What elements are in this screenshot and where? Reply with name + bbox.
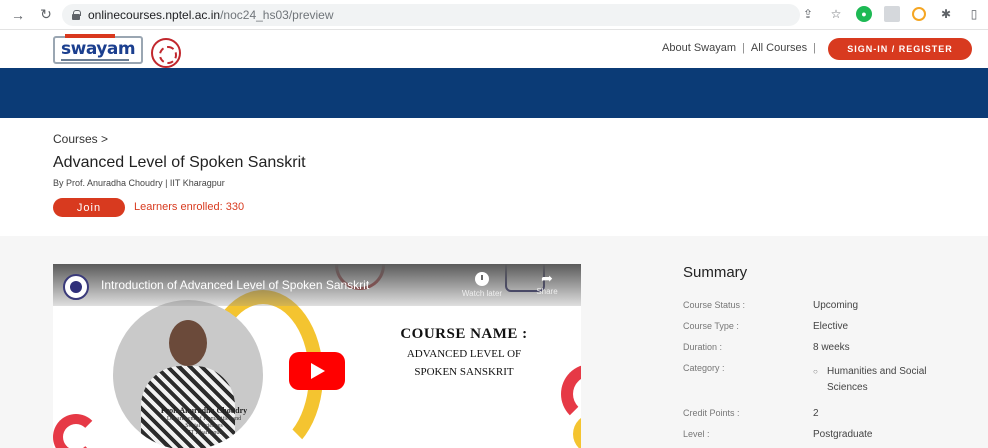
summary-title: Summary — [683, 264, 748, 281]
logo-accent — [65, 34, 115, 38]
course-type-value: Elective — [813, 321, 849, 332]
instructor-name: Prof. Anuradha Choudry — [160, 406, 248, 415]
level-label: Level : — [683, 429, 710, 439]
video-topbar: Introduction of Advanced Level of Spoken… — [53, 264, 581, 306]
category-label: Category : — [683, 363, 725, 373]
logo-text: swayam — [61, 39, 136, 59]
logo-tagline — [61, 59, 129, 61]
level-value: Postgraduate — [813, 429, 873, 440]
course-status-value: Upcoming — [813, 300, 859, 311]
extensions-puzzle-icon[interactable]: ✱ — [938, 6, 954, 22]
swayam-logo[interactable]: swayam — [53, 34, 143, 64]
credit-points-value: 2 — [813, 408, 819, 419]
extension-green-icon[interactable]: ● — [856, 6, 872, 22]
forward-icon[interactable]: → — [8, 5, 28, 25]
video-player[interactable]: Prof. Anuradha Choudry Department of Hum… — [53, 264, 581, 448]
join-button[interactable]: Join — [53, 198, 125, 217]
duration-value: 8 weeks — [813, 342, 850, 353]
url-text: onlinecourses.nptel.ac.in/noc24_hs03/pre… — [88, 8, 334, 22]
course-status-label: Course Status : — [683, 300, 746, 310]
course-name-heading: COURSE NAME : — [400, 326, 528, 342]
watch-later-button[interactable]: Watch later — [457, 272, 507, 298]
duration-label: Duration : — [683, 342, 723, 352]
decorative-arc — [561, 364, 581, 424]
course-content: Prof. Anuradha Choudry Department of Hum… — [0, 236, 988, 448]
site-header: swayam About Swayam | All Courses | SIGN… — [0, 30, 988, 68]
category-value: ○ Humanities and Social Sciences — [813, 364, 963, 396]
category-text: Humanities and Social Sciences — [827, 366, 927, 393]
course-type-label: Course Type : — [683, 321, 739, 331]
share-label: Share — [536, 287, 558, 296]
instructor-department: Department of Humanities and Social Scie… — [139, 416, 269, 437]
extension-orange-icon[interactable] — [912, 7, 926, 21]
credit-points-label: Credit Points : — [683, 408, 740, 418]
course-title: Advanced Level of Spoken Sanskrit — [53, 154, 306, 171]
department-line: Department of Humanities and — [166, 416, 242, 422]
course-name-line: SPOKEN SANSKRIT — [414, 366, 514, 378]
bullet-icon: ○ — [813, 367, 818, 376]
nav-separator: | — [813, 42, 816, 54]
course-header: Courses > Advanced Level of Spoken Sansk… — [0, 118, 988, 236]
extension-bar: ⇪ ☆ ● ✱ ▯ — [800, 6, 982, 22]
browser-toolbar: → ↻ onlinecourses.nptel.ac.in/noc24_hs03… — [0, 0, 988, 30]
all-courses-link[interactable]: All Courses — [751, 42, 807, 54]
nav-separator: | — [742, 42, 745, 54]
extension-gray-icon[interactable] — [884, 6, 900, 22]
top-nav: About Swayam | All Courses | — [662, 42, 816, 54]
video-title[interactable]: Introduction of Advanced Level of Spoken… — [101, 278, 369, 292]
bookmark-star-icon[interactable]: ☆ — [828, 6, 844, 22]
about-swayam-link[interactable]: About Swayam — [662, 42, 736, 54]
learners-enrolled: Learners enrolled: 330 — [134, 201, 245, 213]
decorative-arc — [53, 414, 99, 448]
department-line: IIT Kharagpur — [186, 430, 222, 436]
address-bar[interactable]: onlinecourses.nptel.ac.in/noc24_hs03/pre… — [62, 4, 800, 26]
watch-later-label: Watch later — [461, 289, 503, 298]
side-panel-icon[interactable]: ▯ — [966, 6, 982, 22]
breadcrumb[interactable]: Courses > — [53, 132, 108, 146]
signin-register-button[interactable]: SIGN-IN / REGISTER — [828, 38, 972, 60]
share-arrow-icon: ➦ — [541, 270, 553, 286]
instructor-head — [169, 320, 207, 366]
course-byline: By Prof. Anuradha Choudry | IIT Kharagpu… — [53, 178, 225, 188]
reload-icon[interactable]: ↻ — [36, 5, 56, 25]
clock-icon — [475, 272, 489, 286]
share-button[interactable]: ➦ Share — [527, 270, 567, 296]
department-line: Social Sciences — [185, 423, 223, 429]
play-icon[interactable] — [289, 352, 345, 390]
lock-icon — [72, 10, 81, 20]
share-page-icon[interactable]: ⇪ — [800, 6, 816, 22]
hero-band — [0, 68, 988, 118]
course-name-line: ADVANCED LEVEL OF — [406, 348, 522, 360]
channel-avatar-icon[interactable] — [63, 274, 89, 300]
emblem-logo — [151, 38, 181, 68]
